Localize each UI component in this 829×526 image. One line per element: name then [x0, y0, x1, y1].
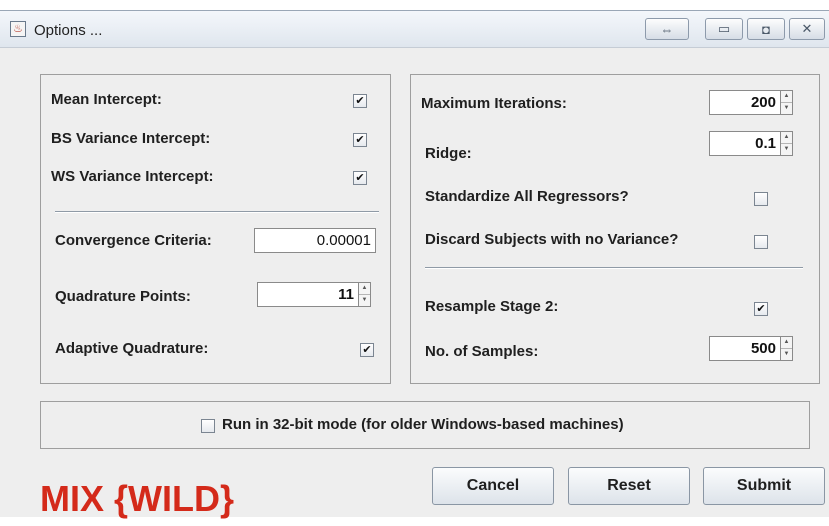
- close-icon[interactable]: ✕: [789, 18, 825, 40]
- mode32-checkbox[interactable]: [201, 419, 215, 433]
- cancel-button[interactable]: Cancel: [432, 467, 554, 505]
- standardize-checkbox[interactable]: [754, 192, 768, 206]
- spinner-up-icon[interactable]: ▲: [781, 132, 792, 144]
- ridge-spinner[interactable]: ▲ ▼: [780, 131, 793, 156]
- minimize-icon[interactable]: ▭: [705, 18, 743, 40]
- swap-icon[interactable]: ⇔: [645, 18, 689, 40]
- mixwild-logo: MIX {WILD}: [40, 477, 250, 521]
- window-title: Options ...: [34, 22, 103, 39]
- samples-spinner[interactable]: ▲ ▼: [780, 336, 793, 361]
- convergence-field[interactable]: 0.00001: [254, 228, 376, 253]
- right-options-panel: Maximum Iterations: 200 ▲ ▼ Ridge: 0.1 ▲…: [410, 74, 820, 384]
- quadrature-points-label: Quadrature Points:: [55, 288, 191, 305]
- spinner-up-icon[interactable]: ▲: [781, 337, 792, 349]
- ridge-label: Ridge:: [425, 145, 472, 162]
- discard-checkbox[interactable]: [754, 235, 768, 249]
- ws-variance-checkbox[interactable]: ✔: [353, 171, 367, 185]
- discard-label: Discard Subjects with no Variance?: [425, 231, 679, 248]
- spinner-down-icon[interactable]: ▼: [781, 103, 792, 114]
- logo-text: MIX {WILD}: [40, 478, 234, 519]
- spinner-down-icon[interactable]: ▼: [359, 295, 370, 306]
- mode32-label: Run in 32-bit mode (for older Windows-ba…: [222, 416, 624, 433]
- mean-intercept-label: Mean Intercept:: [51, 91, 162, 108]
- adaptive-quadrature-checkbox[interactable]: ✔: [360, 343, 374, 357]
- ws-variance-label: WS Variance Intercept:: [51, 168, 214, 185]
- mode32-panel: Run in 32-bit mode (for older Windows-ba…: [40, 401, 810, 449]
- bs-variance-label: BS Variance Intercept:: [51, 130, 211, 147]
- left-separator: [55, 211, 379, 213]
- title-bar[interactable]: ♨ Options ... ⇔ ▭ ◘ ✕: [0, 11, 829, 48]
- convergence-label: Convergence Criteria:: [55, 232, 212, 249]
- ridge-field[interactable]: 0.1: [709, 131, 781, 156]
- maximize-icon[interactable]: ◘: [747, 18, 785, 40]
- quadrature-points-spinner[interactable]: ▲ ▼: [358, 282, 371, 307]
- resample-checkbox[interactable]: ✔: [754, 302, 768, 316]
- java-icon: ♨: [10, 21, 26, 37]
- resample-label: Resample Stage 2:: [425, 298, 559, 315]
- left-options-panel: Mean Intercept: ✔ BS Variance Intercept:…: [40, 74, 391, 384]
- max-iterations-field[interactable]: 200: [709, 90, 781, 115]
- quadrature-points-field[interactable]: 11: [257, 282, 359, 307]
- bs-variance-checkbox[interactable]: ✔: [353, 133, 367, 147]
- reset-button[interactable]: Reset: [568, 467, 690, 505]
- options-window: ♨ Options ... ⇔ ▭ ◘ ✕ Mean Intercept: ✔ …: [0, 10, 829, 519]
- samples-label: No. of Samples:: [425, 343, 539, 360]
- spinner-down-icon[interactable]: ▼: [781, 144, 792, 155]
- right-separator: [425, 267, 803, 269]
- spinner-up-icon[interactable]: ▲: [359, 283, 370, 295]
- standardize-label: Standardize All Regressors?: [425, 188, 629, 205]
- submit-button[interactable]: Submit: [703, 467, 825, 505]
- adaptive-quadrature-label: Adaptive Quadrature:: [55, 340, 209, 357]
- max-iterations-spinner[interactable]: ▲ ▼: [780, 90, 793, 115]
- samples-field[interactable]: 500: [709, 336, 781, 361]
- spinner-up-icon[interactable]: ▲: [781, 91, 792, 103]
- mean-intercept-checkbox[interactable]: ✔: [353, 94, 367, 108]
- spinner-down-icon[interactable]: ▼: [781, 349, 792, 360]
- max-iterations-label: Maximum Iterations:: [421, 95, 567, 112]
